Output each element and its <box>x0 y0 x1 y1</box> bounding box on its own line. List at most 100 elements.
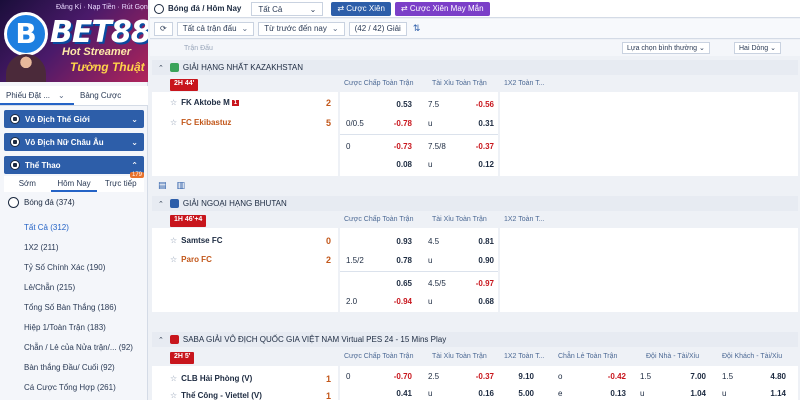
logo-text: BET88 <box>50 15 148 50</box>
oe-odd[interactable]: 0.13 <box>596 389 626 398</box>
list-item[interactable]: Chẵn / Lẻ của Nửa trận/... (92) <box>24 338 144 358</box>
away-team[interactable]: ☆ Paro FC <box>170 255 212 264</box>
away-ou-odd[interactable]: 1.14 <box>756 389 786 398</box>
category-sports[interactable]: Thể Thao ⌃ <box>4 156 144 174</box>
sport-soccer[interactable]: Bóng đá (374) <box>8 197 75 208</box>
odds-panel-extra <box>500 92 798 176</box>
lucky-parlay-button[interactable]: ⇄ Cược Xiên May Mắn <box>394 1 490 16</box>
oe-odd[interactable]: -0.42 <box>596 372 626 381</box>
star-icon[interactable]: ☆ <box>170 118 177 127</box>
ou-odd[interactable]: -0.37 <box>464 372 494 381</box>
collapse-icon[interactable]: ⌃ <box>158 336 164 344</box>
ou-odd[interactable]: 0.90 <box>464 256 494 265</box>
ou-odd[interactable]: 0.16 <box>464 389 494 398</box>
list-item[interactable]: Cá Cược Tổng Hợp (261) <box>24 378 144 398</box>
ou-odd[interactable]: -0.37 <box>464 142 494 151</box>
away-team[interactable]: ☆ Thể Công - Viettel (V) <box>170 391 262 400</box>
handicap-odd[interactable]: 0.78 <box>382 256 412 265</box>
chevron-down-icon: ⌄ <box>131 137 138 147</box>
stats-icon[interactable]: ▥ <box>177 180 186 191</box>
sort-icon[interactable]: ⇅ <box>413 23 421 34</box>
market-select[interactable]: Tất cả trận đấu ⌄ <box>176 21 255 36</box>
row-divider <box>340 271 498 272</box>
parlay-button[interactable]: ⇄ Cược Xiên <box>331 1 391 16</box>
away-score: 2 <box>326 255 332 265</box>
home-ou-odd[interactable]: 7.00 <box>676 372 706 381</box>
category-women-euro[interactable]: Vô Địch Nữ Châu Âu ⌄ <box>4 133 144 151</box>
tab-bet-slip[interactable]: Phiếu Đặt ... ⌄ <box>0 86 74 105</box>
away-ou-line: 1.5 <box>722 372 734 381</box>
list-item[interactable]: Lẻ/Chẵn (215) <box>24 278 144 298</box>
line-view-select[interactable]: Hai Dòng ⌄ <box>734 42 781 54</box>
star-icon[interactable]: ☆ <box>170 98 177 107</box>
handicap-odd[interactable]: -0.94 <box>382 297 412 306</box>
home-team[interactable]: ☆ FK Aktobe M1 <box>170 98 240 107</box>
handicap-odd[interactable]: 0.53 <box>382 100 412 109</box>
match-tools: ▤ ▥ <box>158 180 195 191</box>
away-ou-odd[interactable]: 4.80 <box>756 372 786 381</box>
list-item[interactable]: Bàn thắng Đầu/ Cuối (92) <box>24 358 144 378</box>
odds-view-select[interactable]: Lựa chọn bình thường ⌄ <box>622 42 710 54</box>
trophy-icon <box>169 63 179 72</box>
live-time-badge: 2H 5' <box>170 352 195 364</box>
star-icon[interactable]: ☆ <box>170 236 177 245</box>
filter-select[interactable]: Tất Cả ⌄ <box>251 1 324 16</box>
league-header[interactable]: ⌃ SABA GIẢI VÔ ĐỊCH QUỐC GIA VIỆT NAM Vi… <box>152 332 798 347</box>
list-item[interactable]: 1X2 (211) <box>24 238 144 258</box>
collapse-icon[interactable]: ⌃ <box>158 200 164 208</box>
handicap-odd[interactable]: 0.93 <box>382 237 412 246</box>
oe-line: e <box>558 389 563 398</box>
list-item[interactable]: Tất Cả (312) <box>24 218 144 238</box>
star-icon[interactable]: ☆ <box>170 374 177 383</box>
tab-bet-list[interactable]: Bảng Cược <box>74 86 148 105</box>
trophy-icon <box>169 199 179 208</box>
ou-odd[interactable]: 0.31 <box>464 119 494 128</box>
live-time-badge: 1H 46'+4 <box>170 215 207 227</box>
sort-select[interactable]: Từ trước đến nay ⌄ <box>258 21 345 36</box>
banner-top-text: Đăng Kí · Nạp Tiền · Rút Gọn <box>56 4 148 11</box>
handicap-odd[interactable]: 0.08 <box>382 160 412 169</box>
category-world-cup[interactable]: Vô Địch Thế Giới ⌄ <box>4 110 144 128</box>
ou-odd[interactable]: -0.97 <box>464 279 494 288</box>
away-ou-line: u <box>722 389 727 398</box>
x12-odd[interactable]: 9.10 <box>504 372 534 381</box>
home-team-name: FK Aktobe M <box>181 98 230 107</box>
tab-live[interactable]: Trực tiếp 179 <box>97 172 145 192</box>
handicap-odd[interactable]: 0.65 <box>382 279 412 288</box>
star-icon[interactable]: ☆ <box>170 391 177 400</box>
handicap-line: 2.0 <box>346 297 358 306</box>
x12-odd[interactable]: 5.00 <box>504 389 534 398</box>
collapse-icon[interactable]: ⌃ <box>158 64 164 72</box>
home-ou-odd[interactable]: 1.04 <box>676 389 706 398</box>
list-item[interactable]: Tỷ Số Chính Xác (190) <box>24 258 144 278</box>
chevron-down-icon: ⌄ <box>241 24 249 33</box>
home-team[interactable]: ☆ CLB Hải Phòng (V) <box>170 374 252 383</box>
handicap-line: 0 <box>346 372 351 381</box>
ou-odd[interactable]: -0.56 <box>464 100 494 109</box>
promo-banner[interactable]: Đăng Kí · Nạp Tiền · Rút Gọn B BET88 Hot… <box>0 0 148 82</box>
league-header[interactable]: ⌃ GIẢI NGOẠI HẠNG BHUTAN <box>152 196 798 211</box>
handicap-odd[interactable]: -0.73 <box>382 142 412 151</box>
category-label: Vô Địch Nữ Châu Âu <box>25 137 104 147</box>
ou-odd[interactable]: 0.12 <box>464 160 494 169</box>
league-header[interactable]: ⌃ GIẢI HẠNG NHẤT KAZAKHSTAN <box>152 60 798 75</box>
refresh-button[interactable]: ⟳ <box>154 21 173 36</box>
ou-odd[interactable]: 0.81 <box>464 237 494 246</box>
away-team[interactable]: ☆ FC Ekibastuz <box>170 118 231 127</box>
tab-early[interactable]: Sớm <box>4 176 51 192</box>
ou-odd[interactable]: 0.68 <box>464 297 494 306</box>
handicap-odd[interactable]: 0.41 <box>382 389 412 398</box>
star-icon[interactable]: ☆ <box>170 255 177 264</box>
list-item[interactable]: Hiệp 1/Toàn Trận (183) <box>24 318 144 338</box>
home-team[interactable]: ☆ Samtse FC <box>170 236 223 245</box>
match-info-icon[interactable]: ▤ <box>158 180 167 191</box>
league-count-select[interactable]: (42 / 42) Giải <box>348 21 407 36</box>
col-handicap: Cược Chấp Toàn Trận <box>344 216 414 223</box>
tab-today[interactable]: Hôm Nay <box>50 176 98 192</box>
home-ou-line: 1.5 <box>640 372 652 381</box>
col-away-ou: Đội Khách - Tài/Xỉu <box>722 353 783 360</box>
handicap-odd[interactable]: -0.70 <box>382 372 412 381</box>
list-item[interactable]: Tổng Số Bàn Thắng (186) <box>24 298 144 318</box>
ou-line: 2.5 <box>428 372 440 381</box>
handicap-odd[interactable]: -0.78 <box>382 119 412 128</box>
